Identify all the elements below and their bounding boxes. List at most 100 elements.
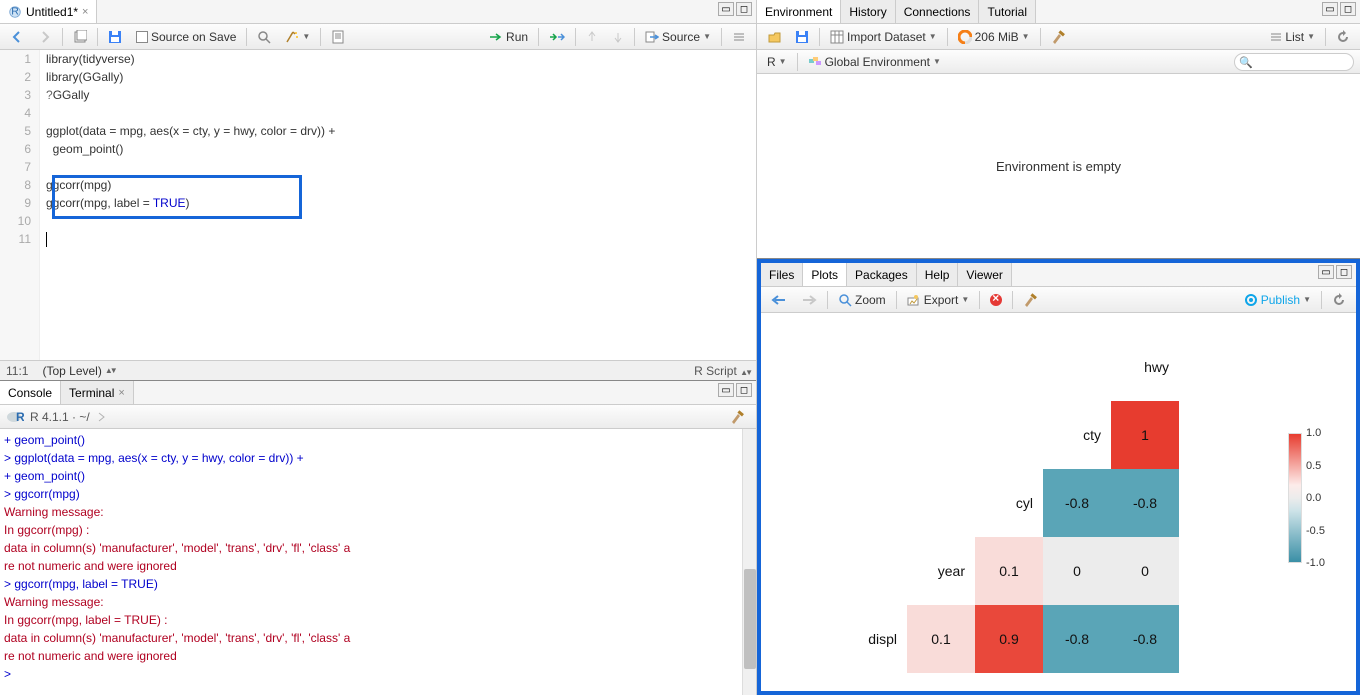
tab-environment[interactable]: Environment (757, 0, 841, 23)
minimize-button[interactable]: ▭ (718, 2, 734, 16)
env-toolbar: Import Dataset▼ 206 MiB▼ List▼ (757, 24, 1360, 50)
tab-terminal-label: Terminal (69, 386, 114, 400)
tab-viewer[interactable]: Viewer (958, 263, 1011, 286)
run-button[interactable]: Run (485, 28, 532, 46)
env-empty-message: Environment is empty (996, 159, 1121, 174)
minimize-button[interactable]: ▭ (1322, 2, 1338, 16)
maximize-button[interactable]: ◻ (736, 383, 752, 397)
source-tab-bar: R Untitled1* × ▭ ◻ (0, 0, 756, 24)
tab-history[interactable]: History (841, 0, 895, 23)
maximize-button[interactable]: ◻ (736, 2, 752, 16)
line-gutter: 1234567891011 (0, 50, 40, 360)
go-next-section-button[interactable] (608, 29, 628, 45)
memory-label: 206 MiB (975, 30, 1019, 44)
import-dataset-button[interactable]: Import Dataset▼ (826, 28, 941, 46)
source-label: Source (662, 30, 700, 44)
maximize-button[interactable]: ◻ (1340, 2, 1356, 16)
close-icon[interactable]: × (118, 387, 124, 399)
svg-text:R: R (11, 5, 19, 17)
minimize-button[interactable]: ▭ (1318, 265, 1334, 279)
env-scope-toolbar: R▼ Global Environment▼ 🔍 (757, 50, 1360, 74)
language-selector[interactable]: R Script ▲▼ (694, 364, 750, 378)
tab-console-label: Console (8, 386, 52, 400)
code-area[interactable]: library(tidyverse)library(GGally)?GGally… (40, 50, 756, 360)
tab-console[interactable]: Console (0, 381, 61, 404)
source-toolbar: Source on Save ▼ Run Source▼ (0, 24, 756, 50)
environment-pane: Environment History Connections Tutorial… (757, 0, 1360, 259)
refresh-button[interactable] (1332, 28, 1354, 46)
r-scope-button[interactable]: R▼ (763, 53, 791, 71)
r-file-icon: R (8, 5, 22, 19)
go-to-dir-button[interactable] (96, 411, 108, 423)
source-on-save-label: Source on Save (151, 30, 236, 44)
export-label: Export (924, 293, 959, 307)
plots-tab-bar: Files Plots Packages Help Viewer ▭◻ (761, 263, 1356, 287)
console-scrollbar[interactable] (742, 429, 756, 695)
env-search-input[interactable]: 🔍 (1234, 53, 1354, 71)
search-icon: 🔍 (1239, 56, 1253, 69)
remove-plot-button[interactable]: × (986, 292, 1006, 308)
publish-label: Publish (1261, 293, 1300, 307)
console-toolbar: R R 4.1.1 · ~/ (0, 405, 756, 429)
console-tab-bar: Console Terminal × ▭◻ (0, 381, 756, 405)
cursor-position: 11:1 (6, 364, 28, 378)
compile-report-button[interactable] (327, 28, 349, 46)
view-mode-button[interactable]: List▼ (1266, 28, 1319, 46)
scope-label: (Top Level) (42, 364, 101, 378)
code-editor[interactable]: 1234567891011 library(tidyverse)library(… (0, 50, 756, 360)
clear-plots-button[interactable] (1019, 291, 1043, 309)
source-tab[interactable]: R Untitled1* × (0, 0, 97, 23)
find-button[interactable] (253, 28, 275, 46)
forward-button[interactable] (34, 28, 56, 46)
source-pane: R Untitled1* × ▭ ◻ Source on Save ▼ Run (0, 0, 756, 380)
save-workspace-button[interactable] (791, 28, 813, 46)
tab-plots[interactable]: Plots (803, 263, 847, 286)
source-tab-title: Untitled1* (26, 5, 78, 19)
go-prev-section-button[interactable] (582, 29, 602, 45)
import-label: Import Dataset (847, 30, 926, 44)
outline-button[interactable] (728, 29, 750, 45)
source-on-save-checkbox[interactable]: Source on Save (132, 28, 240, 46)
svg-text:R: R (16, 410, 24, 424)
zoom-label: Zoom (855, 293, 886, 307)
tab-tutorial[interactable]: Tutorial (979, 0, 1036, 23)
maximize-button[interactable]: ◻ (1336, 265, 1352, 279)
env-body: Environment is empty (757, 74, 1360, 258)
prev-plot-button[interactable] (767, 292, 791, 308)
close-icon[interactable]: × (82, 6, 88, 18)
console-pane: Console Terminal × ▭◻ R R 4.1.1 · ~/ + ge… (0, 380, 756, 695)
global-env-button[interactable]: Global Environment▼ (804, 53, 945, 71)
tab-packages[interactable]: Packages (847, 263, 917, 286)
global-env-label: Global Environment (825, 55, 930, 69)
save-button[interactable] (104, 28, 126, 46)
plots-pane: Files Plots Packages Help Viewer ▭◻ Zoom… (757, 259, 1360, 695)
publish-button[interactable]: Publish▼ (1240, 291, 1315, 309)
console-output[interactable]: + geom_point()> ggplot(data = mpg, aes(x… (0, 429, 756, 695)
code-tools-button[interactable]: ▼ (281, 28, 314, 46)
minimize-button[interactable]: ▭ (718, 383, 734, 397)
plot-canvas: hwyctycylyeardispl1-0.8-0.80.1000.10.9-0… (761, 313, 1356, 691)
zoom-button[interactable]: Zoom (834, 291, 890, 309)
show-in-new-window-button[interactable] (69, 28, 91, 46)
clear-console-button[interactable] (726, 408, 750, 426)
window-controls: ▭ ◻ (718, 2, 752, 16)
r-logo-icon: R (6, 410, 24, 424)
plots-toolbar: Zoom Export▼ × Publish▼ (761, 287, 1356, 313)
tab-connections[interactable]: Connections (896, 0, 980, 23)
memory-usage-button[interactable]: 206 MiB▼ (954, 28, 1034, 46)
tab-files[interactable]: Files (761, 263, 803, 286)
r-version-label: R 4.1.1 · ~/ (30, 410, 90, 424)
tab-help[interactable]: Help (917, 263, 959, 286)
refresh-plot-button[interactable] (1328, 291, 1350, 309)
load-workspace-button[interactable] (763, 28, 785, 46)
back-button[interactable] (6, 28, 28, 46)
export-button[interactable]: Export▼ (903, 291, 974, 309)
remove-icon: × (990, 294, 1002, 306)
next-plot-button[interactable] (797, 292, 821, 308)
list-label: List (1285, 30, 1304, 44)
tab-terminal[interactable]: Terminal × (61, 381, 134, 404)
scope-selector[interactable]: (Top Level) ▲▼ (38, 362, 118, 380)
clear-objects-button[interactable] (1047, 28, 1071, 46)
source-menu-button[interactable]: Source▼ (641, 28, 715, 46)
rerun-button[interactable] (545, 29, 569, 45)
